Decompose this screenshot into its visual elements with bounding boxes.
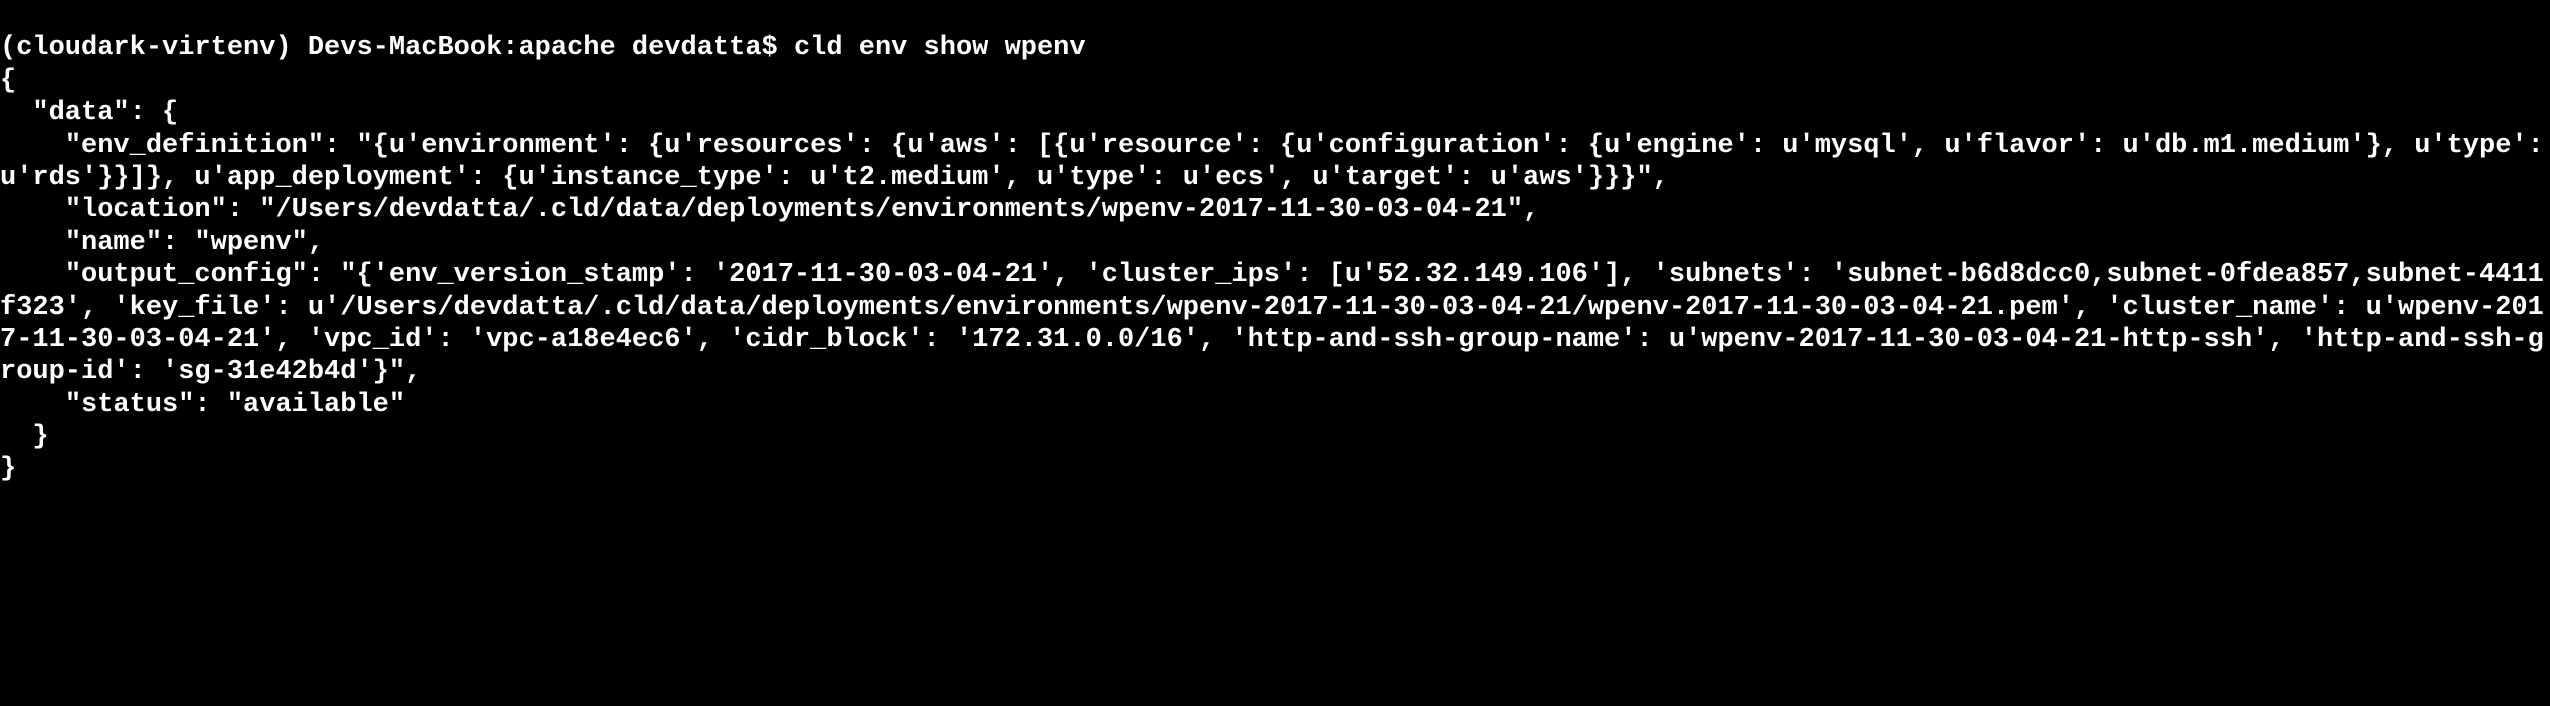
entered-command: cld env show wpenv [794,33,1086,63]
output-line: "output_config": "{'env_version_stamp': … [0,260,2544,387]
output-line: { [0,66,16,96]
output-line: "name": "wpenv", [0,228,324,258]
output-line: "data": { [0,98,178,128]
output-line: "location": "/Users/devdatta/.cld/data/d… [0,195,1539,225]
output-line: "env_definition": "{u'environment': {u'r… [0,131,2550,193]
shell-prompt: (cloudark-virtenv) Devs-MacBook:apache d… [0,33,794,63]
output-line: } [0,454,16,484]
terminal-window[interactable]: (cloudark-virtenv) Devs-MacBook:apache d… [0,0,2550,486]
output-line: "status": "available" [0,390,405,420]
output-line: } [0,422,49,452]
